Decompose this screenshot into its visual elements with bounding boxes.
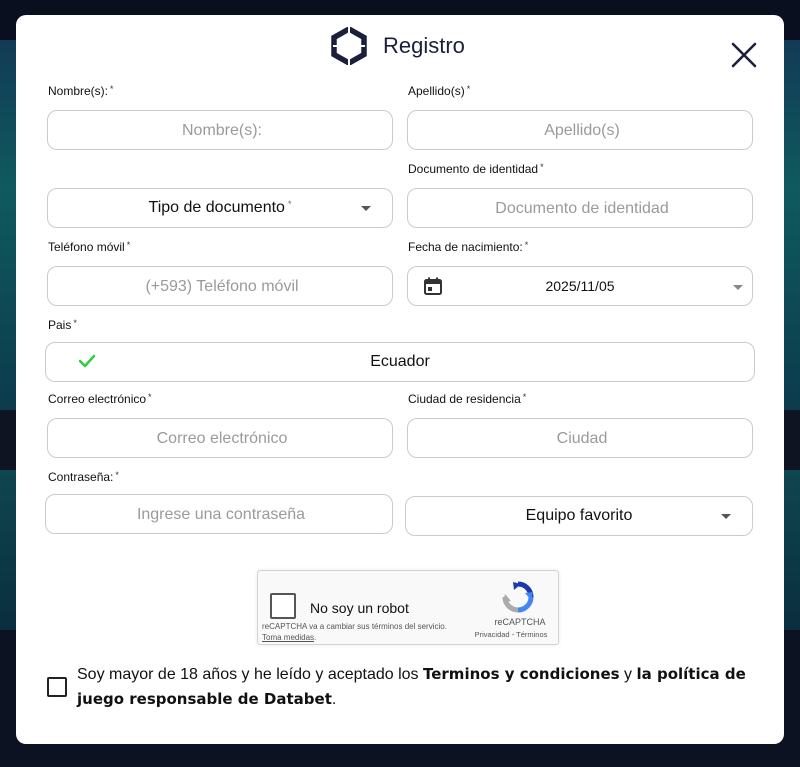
terms-text: Soy mayor de 18 años y he leído y acepta… <box>77 665 746 708</box>
fecha-nacimiento-value: 2025/11/05 <box>545 278 615 294</box>
apellido-label: Apellido(s) * <box>408 84 471 98</box>
modal-header: Registro <box>16 15 784 77</box>
nombre-field-wrapper <box>47 110 396 151</box>
recaptcha-privacy-link[interactable]: Privacidad <box>475 630 510 639</box>
equipo-favorito-value: Equipo favorito <box>525 507 633 524</box>
caret-down-icon <box>721 514 731 519</box>
pais-value: Ecuador <box>370 353 430 370</box>
documento-field-wrapper <box>407 188 756 229</box>
equipo-favorito-select[interactable]: Equipo favorito <box>405 496 753 536</box>
terms-checkbox[interactable] <box>47 677 67 697</box>
nombre-label: Nombre(s): * <box>48 84 114 98</box>
recaptcha-terms-link[interactable]: Términos <box>516 630 547 639</box>
apellido-input[interactable] <box>408 111 756 151</box>
contrasena-field-wrapper <box>45 494 396 535</box>
correo-field-wrapper <box>47 418 396 459</box>
hexagon-logo-icon <box>331 27 367 65</box>
fecha-nacimiento-label: Fecha de nacimiento: * <box>408 240 529 254</box>
telefono-input[interactable] <box>48 267 396 307</box>
recaptcha-notice: reCAPTCHA va a cambiar sus términos del … <box>262 622 447 642</box>
caret-down-icon <box>733 285 743 290</box>
recaptcha-icon <box>502 581 534 613</box>
ciudad-label: Ciudad de residencia * <box>408 392 527 406</box>
contrasena-input[interactable] <box>46 495 396 535</box>
correo-label: Correo electrónico * <box>48 392 152 406</box>
documento-input[interactable] <box>408 189 756 229</box>
recaptcha-notice-link[interactable]: Toma medidas <box>262 633 314 642</box>
recaptcha-widget: No soy un robot reCAPTCHA va a cambiar s… <box>257 570 559 645</box>
documento-label: Documento de identidad * <box>408 162 544 176</box>
fecha-nacimiento-picker[interactable]: 2025/11/05 <box>407 266 753 306</box>
recaptcha-links: Privacidad - Términos <box>474 630 548 639</box>
recaptcha-brand: reCAPTCHA <box>494 617 546 627</box>
modal-title: Registro <box>383 33 465 58</box>
correo-input[interactable] <box>48 419 396 459</box>
telefono-field-wrapper <box>47 266 396 307</box>
ciudad-input[interactable] <box>408 419 756 459</box>
nombre-input[interactable] <box>48 111 396 151</box>
close-icon[interactable] <box>730 41 758 69</box>
contrasena-label: Contraseña: * <box>48 470 119 484</box>
tipo-documento-value: Tipo de documento * <box>148 199 292 216</box>
telefono-label: Teléfono móvil * <box>48 240 131 254</box>
recaptcha-checkbox[interactable] <box>270 593 296 619</box>
pais-label: Pais * <box>48 318 77 332</box>
ciudad-field-wrapper <box>407 418 756 459</box>
tipo-documento-select[interactable]: Tipo de documento * <box>47 188 393 228</box>
caret-down-icon <box>361 206 371 211</box>
terms-link[interactable]: Terminos y condiciones <box>423 665 620 683</box>
registration-modal: Registro Nombre(s):* Apellido(s)* Tipo d… <box>16 15 784 744</box>
pais-select[interactable]: Ecuador <box>45 342 755 382</box>
apellido-field-wrapper <box>407 110 756 151</box>
recaptcha-label: No soy un robot <box>310 600 409 616</box>
